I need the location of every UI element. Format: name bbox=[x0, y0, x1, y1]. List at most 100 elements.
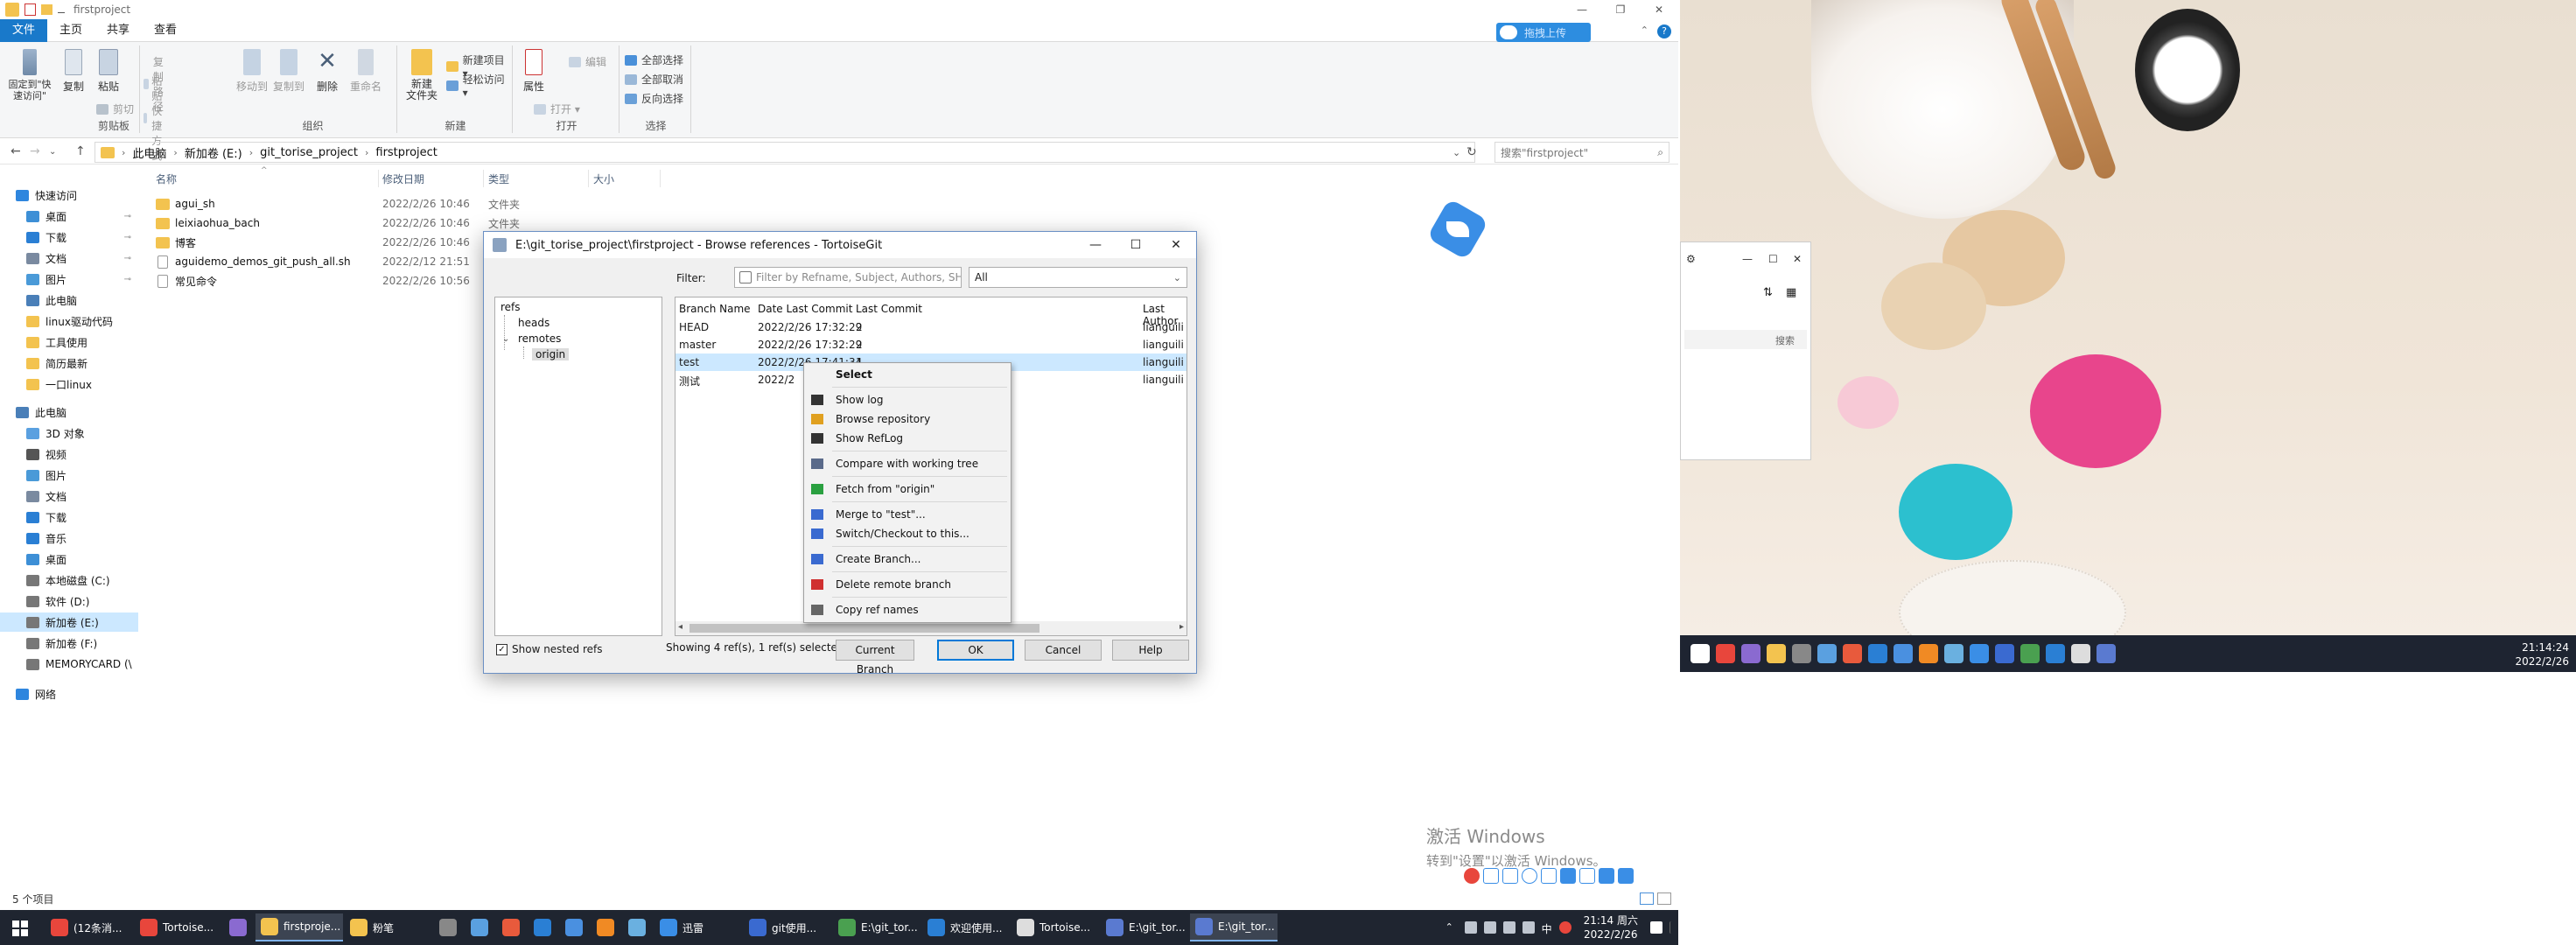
menu-item[interactable]: Show RefLog bbox=[804, 429, 1011, 448]
sidebar-item[interactable]: 一口linux bbox=[0, 374, 138, 394]
sidebar-item[interactable]: 3D 对象 bbox=[0, 424, 138, 443]
menu-item[interactable]: Browse repository bbox=[804, 410, 1011, 429]
scroll-right-icon[interactable]: ▸ bbox=[1180, 622, 1184, 632]
tray-sogou-icon[interactable] bbox=[1558, 921, 1572, 934]
taskbar-app-icon[interactable] bbox=[1817, 644, 1837, 663]
tray-onedrive-icon[interactable] bbox=[1483, 921, 1496, 934]
address-dropdown-icon[interactable]: ⌄ bbox=[1452, 147, 1460, 158]
sidebar-item[interactable]: MEMORYCARD (\ bbox=[0, 654, 138, 674]
taskbar-app-button[interactable]: Tortoise... bbox=[1012, 914, 1099, 942]
tray-network-icon[interactable] bbox=[1502, 921, 1516, 934]
taskbar-app-icon[interactable] bbox=[1792, 644, 1811, 663]
column-type[interactable]: 类型 bbox=[488, 172, 509, 186]
sidebar-item[interactable]: 新加卷 (E:) bbox=[0, 612, 138, 632]
taskbar-app-button[interactable] bbox=[497, 914, 527, 942]
details-view-icon[interactable] bbox=[1640, 892, 1654, 905]
ime-punctuation-icon[interactable] bbox=[1502, 868, 1518, 884]
tab-share[interactable]: 共享 bbox=[94, 19, 142, 42]
column-last-commit[interactable]: Last Commit bbox=[856, 303, 922, 315]
sidebar-item[interactable]: 下载 ⊸ bbox=[0, 228, 138, 247]
properties-button[interactable]: 属性 bbox=[518, 49, 550, 94]
small-window-minimize-button[interactable]: — bbox=[1742, 253, 1753, 265]
sidebar-item[interactable]: 下载 bbox=[0, 508, 138, 527]
breadcrumb-git-project[interactable]: git_torise_project bbox=[260, 146, 358, 159]
file-row[interactable]: agui_sh 2022/2/26 10:46 文件夹 bbox=[149, 194, 674, 214]
sidebar-item[interactable]: 此电脑 bbox=[0, 402, 138, 422]
taskbar-app-button[interactable]: E:\git_tor... bbox=[1101, 914, 1188, 942]
taskbar-app-button[interactable]: 粉笔 bbox=[345, 914, 432, 942]
taskbar-app-icon[interactable] bbox=[1716, 644, 1735, 663]
grid-view-icon[interactable]: ▦ bbox=[1786, 286, 1796, 299]
filter-input[interactable]: Filter by Refname, Subject, Authors, SHA bbox=[734, 267, 962, 288]
branch-row[interactable]: HEAD 2022/2/26 17:32:29 2 lianguili bbox=[676, 318, 1186, 336]
taskbar-app-icon[interactable] bbox=[1868, 644, 1887, 663]
recent-dropdown-icon[interactable]: ⌄ bbox=[49, 147, 56, 157]
taskbar-app-button[interactable] bbox=[560, 914, 590, 942]
taskbar-app-button[interactable]: E:\git_tor... bbox=[1190, 914, 1278, 942]
tree-node-refs[interactable]: refs bbox=[500, 301, 521, 313]
cancel-button[interactable]: Cancel bbox=[1025, 640, 1102, 661]
back-arrow-icon[interactable]: ← bbox=[10, 144, 21, 158]
taskbar-app-icon[interactable] bbox=[2020, 644, 2040, 663]
taskbar-app-icon[interactable] bbox=[1767, 644, 1786, 663]
collapse-ribbon-icon[interactable]: ⌃ bbox=[1641, 24, 1648, 36]
taskbar-app-icon[interactable] bbox=[1919, 644, 1938, 663]
menu-item[interactable]: Switch/Checkout to this... bbox=[804, 524, 1011, 543]
filter-search-icon[interactable] bbox=[739, 271, 752, 284]
small-window-maximize-button[interactable]: ☐ bbox=[1768, 253, 1778, 265]
sidebar-item[interactable]: 软件 (D:) bbox=[0, 592, 138, 611]
filter-scope-select[interactable]: All ⌄ bbox=[969, 267, 1187, 288]
windows-start-icon[interactable] bbox=[12, 920, 28, 936]
small-window-search-input[interactable]: 搜索 bbox=[1684, 330, 1807, 349]
ime-skin-icon[interactable] bbox=[1579, 868, 1595, 884]
taskbar-app-icon[interactable] bbox=[1741, 644, 1760, 663]
tree-node-remotes[interactable]: remotes bbox=[518, 332, 561, 345]
tab-view[interactable]: 查看 bbox=[142, 19, 189, 42]
maximize-button[interactable]: ❐ bbox=[1601, 0, 1640, 19]
open-button[interactable]: 打开 ▾ bbox=[534, 102, 580, 116]
ime-emoji-icon[interactable] bbox=[1522, 868, 1537, 884]
ime-voice-icon[interactable] bbox=[1541, 868, 1557, 884]
drag-upload-button[interactable]: 拖拽上传 bbox=[1496, 23, 1591, 42]
sidebar-item[interactable]: 快速访问 bbox=[0, 186, 138, 205]
column-size[interactable]: 大小 bbox=[593, 172, 614, 186]
sidebar-item[interactable]: linux驱动代码 bbox=[0, 312, 138, 331]
minimize-button[interactable]: — bbox=[1563, 0, 1601, 19]
taskbar-app-button[interactable] bbox=[592, 914, 621, 942]
ok-button[interactable]: OK bbox=[937, 640, 1014, 661]
sidebar-item[interactable]: 简历最新 bbox=[0, 354, 138, 373]
address-input[interactable]: › 此电脑 › 新加卷 (E:) › git_torise_project › … bbox=[94, 142, 1475, 163]
taskbar-app-button[interactable]: 欢迎使用... bbox=[922, 914, 1010, 942]
column-branch-name[interactable]: Branch Name bbox=[679, 303, 751, 315]
sidebar-item[interactable]: 文档 ⊸ bbox=[0, 248, 138, 268]
breadcrumb-firstproject[interactable]: firstproject bbox=[375, 146, 438, 159]
menu-item[interactable]: Fetch from "origin" bbox=[804, 480, 1011, 499]
taskbar-app-button[interactable] bbox=[528, 914, 558, 942]
taskbar-app-icon[interactable] bbox=[1843, 644, 1862, 663]
sogou-ime-icon[interactable] bbox=[1464, 868, 1480, 884]
new-folder-quick-icon[interactable] bbox=[41, 4, 52, 15]
taskbar-clock[interactable]: 21:14 周六 2022/2/26 bbox=[1584, 914, 1638, 942]
pin-icon[interactable]: ⊸ bbox=[124, 212, 131, 221]
tray-ime-label[interactable]: 中 bbox=[1542, 921, 1552, 935]
copy-button[interactable]: 复制 bbox=[58, 49, 89, 94]
sidebar-item[interactable]: 桌面 bbox=[0, 550, 138, 569]
help-button[interactable]: Help bbox=[1112, 640, 1189, 661]
tab-home[interactable]: 主页 bbox=[47, 19, 94, 42]
taskbar-app-button[interactable] bbox=[623, 914, 653, 942]
expand-chevron-icon[interactable]: ⌄ bbox=[502, 334, 509, 344]
menu-item[interactable]: Select bbox=[804, 365, 1011, 384]
menu-item[interactable]: Copy ref names bbox=[804, 600, 1011, 620]
ime-grid-icon[interactable] bbox=[1618, 868, 1634, 884]
sidebar-item[interactable]: 本地磁盘 (C:) bbox=[0, 570, 138, 590]
sidebar-item[interactable]: 图片 ⊸ bbox=[0, 270, 138, 289]
horizontal-scrollbar[interactable]: ◂ ▸ bbox=[676, 621, 1186, 635]
help-icon[interactable]: ? bbox=[1657, 24, 1671, 38]
sidebar-item[interactable]: 此电脑 bbox=[0, 290, 138, 310]
refs-tree[interactable]: refs heads ⌄ remotes origin bbox=[494, 297, 662, 636]
scroll-left-icon[interactable]: ◂ bbox=[678, 622, 682, 632]
taskbar-app-icon[interactable] bbox=[2046, 644, 2065, 663]
ime-keyboard-icon[interactable] bbox=[1560, 868, 1576, 884]
tray-chevron-icon[interactable]: ⌃ bbox=[1446, 921, 1458, 934]
taskbar-app-button[interactable] bbox=[434, 914, 464, 942]
